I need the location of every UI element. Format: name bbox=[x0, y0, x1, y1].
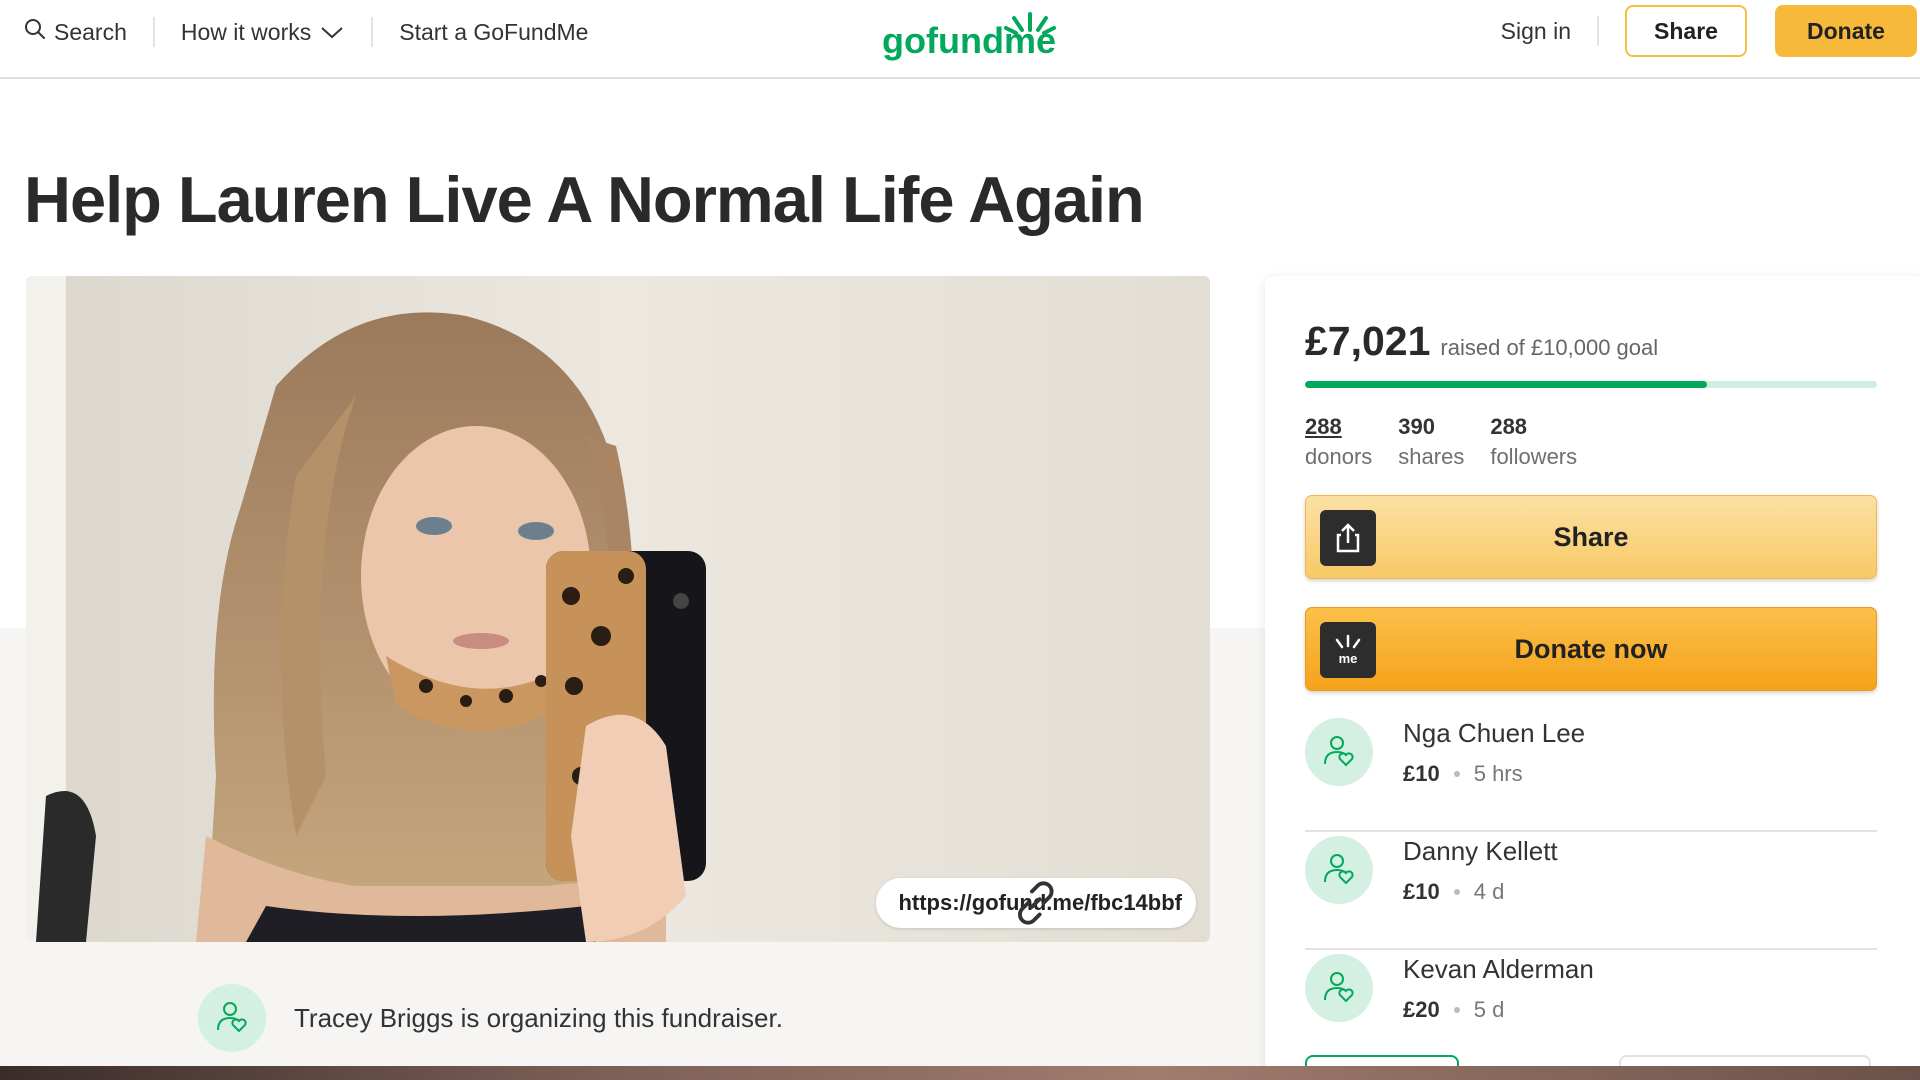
donate-now-label: Donate now bbox=[1514, 633, 1668, 664]
chevron-down-icon bbox=[319, 19, 345, 46]
campaign-stats: 288 donors 390 shares 288 followers bbox=[1305, 414, 1577, 470]
donor-name: Kevan Alderman bbox=[1403, 954, 1594, 984]
donor-name: Nga Chuen Lee bbox=[1403, 718, 1586, 748]
organizer-text: Tracey Briggs is organizing this fundrai… bbox=[294, 1002, 783, 1033]
stat-followers: 288 followers bbox=[1490, 414, 1577, 470]
short-url-pill[interactable]: https://gofund.me/fbc14bbf bbox=[876, 878, 1196, 928]
separator-dot bbox=[1453, 1007, 1460, 1013]
donation-time: 4 d bbox=[1473, 879, 1505, 904]
nav-divider bbox=[371, 17, 374, 47]
donor-avatar bbox=[1305, 954, 1373, 1022]
donation-amount: £20 bbox=[1403, 997, 1440, 1022]
separator-dot bbox=[1453, 771, 1460, 777]
sign-in-link[interactable]: Sign in bbox=[1501, 18, 1571, 45]
donate-now-button[interactable]: me Donate now bbox=[1305, 607, 1877, 691]
organizer-row: Tracey Briggs is organizing this fundrai… bbox=[198, 984, 783, 1052]
stat-shares: 390 shares bbox=[1398, 414, 1464, 470]
how-it-works-menu[interactable]: How it works bbox=[181, 19, 345, 46]
person-heart-icon bbox=[1321, 850, 1357, 891]
donor-info: Kevan Alderman £20 5 d bbox=[1403, 950, 1594, 1023]
donor-meta: £10 4 d bbox=[1403, 879, 1558, 905]
donation-list-item: Danny Kellett £10 4 d bbox=[1305, 832, 1877, 950]
raised-amount: £7,021 bbox=[1305, 318, 1431, 364]
search-link[interactable]: Search bbox=[24, 18, 127, 46]
donation-summary-card: £7,021 raised of £10,000 goal 288 donors… bbox=[1265, 276, 1920, 1080]
svg-text:me: me bbox=[1339, 651, 1358, 666]
search-label: Search bbox=[54, 18, 127, 45]
separator-dot bbox=[1453, 889, 1460, 895]
share-button-label: Share bbox=[1553, 521, 1629, 552]
share-button[interactable]: Share bbox=[1305, 495, 1877, 579]
donation-list-item: Nga Chuen Lee £10 5 hrs bbox=[1305, 714, 1877, 832]
nav-divider bbox=[152, 17, 155, 47]
donor-meta: £10 5 hrs bbox=[1403, 761, 1585, 787]
followers-label: followers bbox=[1490, 444, 1578, 469]
goal-text: raised of £10,000 goal bbox=[1440, 335, 1659, 360]
progress-bar-fill bbox=[1305, 381, 1707, 388]
organizer-avatar bbox=[198, 984, 266, 1052]
donor-avatar bbox=[1305, 718, 1373, 786]
page-title: Help Lauren Live A Normal Life Again bbox=[24, 163, 1145, 236]
gofundme-sprout-icon: me bbox=[1320, 622, 1376, 678]
start-gofundme-label: Start a GoFundMe bbox=[399, 18, 589, 45]
shares-count: 390 bbox=[1398, 414, 1435, 439]
search-icon bbox=[24, 18, 46, 46]
person-heart-icon bbox=[1321, 968, 1357, 1009]
donation-amount: £10 bbox=[1403, 879, 1440, 904]
how-it-works-label: How it works bbox=[180, 18, 312, 45]
stat-donors[interactable]: 288 donors bbox=[1305, 414, 1372, 470]
share-upload-icon bbox=[1320, 510, 1376, 566]
donation-time: 5 hrs bbox=[1473, 761, 1523, 786]
campaign-photo-illustration bbox=[26, 276, 1210, 942]
donor-info: Nga Chuen Lee £10 5 hrs bbox=[1403, 714, 1585, 787]
header-donate-button[interactable]: Donate bbox=[1775, 5, 1917, 57]
bottom-image-strip bbox=[0, 1066, 1920, 1080]
nav-divider bbox=[1597, 16, 1599, 46]
followers-count: 288 bbox=[1490, 414, 1528, 439]
person-heart-icon bbox=[214, 998, 250, 1039]
donors-count[interactable]: 288 bbox=[1305, 414, 1372, 440]
progress-bar bbox=[1305, 381, 1877, 388]
nav-right-group: Sign in Share Donate bbox=[1501, 0, 1920, 62]
shares-label: shares bbox=[1398, 444, 1465, 469]
nav-left-group: Search How it works Start a GoFundMe bbox=[24, 0, 588, 64]
donation-time: 5 d bbox=[1473, 997, 1505, 1022]
top-navigation-bar: Search How it works Start a GoFundMe gof… bbox=[0, 0, 1920, 79]
donor-meta: £20 5 d bbox=[1403, 997, 1594, 1023]
person-heart-icon bbox=[1321, 732, 1357, 773]
donation-list-item: Kevan Alderman £20 5 d bbox=[1305, 950, 1877, 1068]
raised-summary: £7,021 raised of £10,000 goal bbox=[1305, 318, 1658, 365]
gofundme-logo[interactable]: gofundme bbox=[880, 8, 1060, 63]
donors-label: donors bbox=[1305, 444, 1373, 469]
donor-avatar bbox=[1305, 836, 1373, 904]
campaign-hero-image[interactable]: https://gofund.me/fbc14bbf bbox=[26, 276, 1210, 942]
logo-wordmark: gofundme bbox=[882, 20, 1056, 61]
donor-info: Danny Kellett £10 4 d bbox=[1403, 832, 1558, 905]
start-gofundme-link[interactable]: Start a GoFundMe bbox=[399, 19, 588, 46]
donation-amount: £10 bbox=[1403, 761, 1440, 786]
header-share-button[interactable]: Share bbox=[1625, 5, 1747, 57]
donor-name: Danny Kellett bbox=[1403, 836, 1558, 866]
